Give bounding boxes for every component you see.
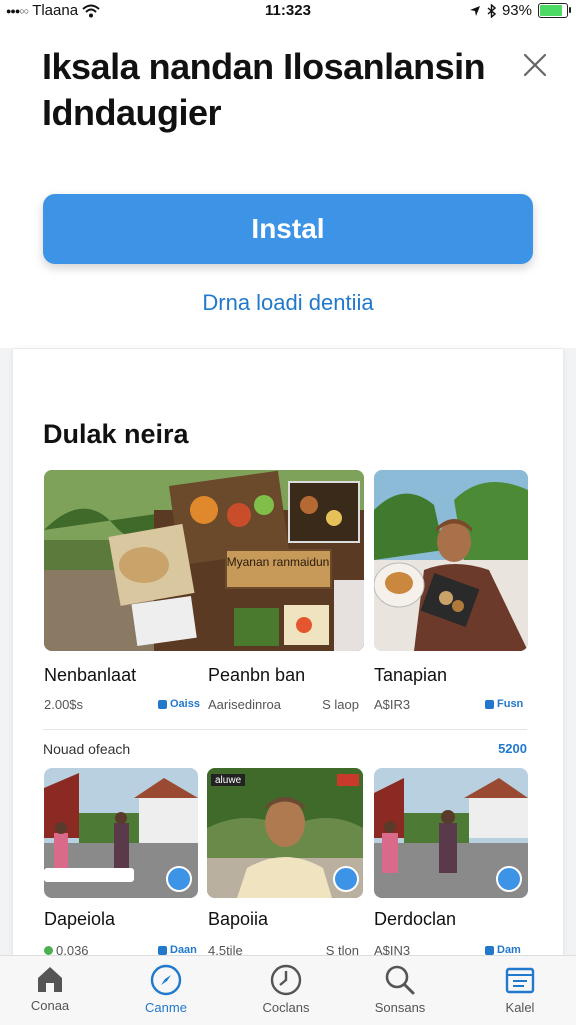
- location-icon: [469, 5, 480, 16]
- item-name-4[interactable]: Dapeiola: [44, 909, 115, 930]
- item-name-3[interactable]: Tanapian: [374, 665, 447, 686]
- dot-icon: [44, 946, 53, 955]
- badge-icon: [485, 945, 494, 955]
- status-bar: ●●●○○ Tlaana 11:323 93%: [0, 0, 576, 22]
- check-icon: [333, 866, 359, 892]
- check-icon: [166, 866, 192, 892]
- content-card: Dulak neira Myanan ranmaidun Nenbanlaat …: [13, 349, 563, 969]
- woman-with-food-image[interactable]: [374, 470, 528, 651]
- svg-text:aluwe: aluwe: [215, 775, 242, 786]
- village-walk-image[interactable]: [374, 768, 528, 898]
- featured-food-image[interactable]: Myanan ranmaidun: [44, 470, 364, 651]
- item-badge-1: Oaiss: [158, 698, 200, 710]
- badge-icon: [485, 699, 494, 709]
- bluetooth-icon: [487, 3, 496, 18]
- item-name-6[interactable]: Derdoclan: [374, 909, 456, 930]
- badge-icon: [158, 945, 167, 955]
- check-icon: [496, 866, 522, 892]
- folder-icon: [505, 967, 535, 994]
- item-meta-2: Aarisedinroa: [208, 697, 281, 712]
- man-portrait-image[interactable]: aluwe: [207, 768, 363, 898]
- install-button[interactable]: Instal: [43, 194, 533, 264]
- badge-icon: [158, 699, 167, 709]
- battery-percent: 93%: [501, 2, 532, 19]
- item-badge-3: Fusn: [485, 698, 523, 710]
- page-title: Iksala nandan Ilosanlansin Idndaugier: [42, 46, 486, 133]
- subheading-count[interactable]: 5200: [498, 741, 527, 756]
- item-meta-right-2: S laop: [322, 697, 359, 712]
- status-right: 93%: [469, 2, 571, 19]
- install-header: Iksala nandan Ilosanlansin Idndaugier In…: [0, 22, 576, 348]
- tab-explore[interactable]: Canme: [116, 964, 216, 1015]
- battery-icon: [538, 3, 571, 18]
- search-icon: [385, 965, 415, 995]
- image-tag: aluwe: [215, 775, 242, 786]
- item-name-1[interactable]: Nenbanlaat: [44, 665, 136, 686]
- tab-library[interactable]: Kalel: [470, 964, 570, 1015]
- home-icon: [38, 967, 62, 992]
- section-title: Dulak neira: [43, 419, 189, 449]
- compass-icon: [150, 964, 182, 996]
- clock-icon: [270, 964, 302, 996]
- item-meta-3: A$IR3: [374, 697, 411, 712]
- subheading: Nouad ofeach: [43, 741, 131, 757]
- tab-updates[interactable]: Coclans: [236, 964, 336, 1015]
- image-caption: Myanan ranmaidun: [227, 555, 330, 569]
- tab-home[interactable]: Conaa: [0, 964, 100, 1013]
- item-name-5[interactable]: Bapoiia: [208, 909, 268, 930]
- item-name-2[interactable]: Peanbn ban: [208, 665, 305, 686]
- tab-bar: Conaa Canme Coclans Sonsans Kalel: [0, 955, 576, 1025]
- item-meta-1: 2.00$s: [44, 697, 84, 712]
- village-street-image[interactable]: [44, 768, 198, 898]
- close-icon[interactable]: [522, 52, 548, 78]
- section-divider: [43, 729, 527, 730]
- tab-search[interactable]: Sonsans: [350, 964, 450, 1015]
- secondary-link[interactable]: Drna loadi dentiia: [0, 290, 576, 316]
